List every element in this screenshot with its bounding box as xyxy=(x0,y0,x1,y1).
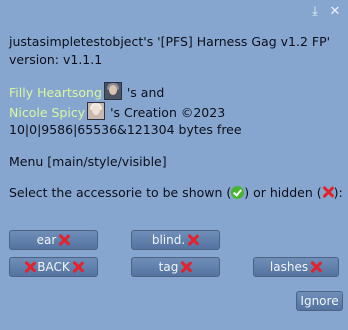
close-icon[interactable]: ✕ xyxy=(328,5,342,19)
object-title: justasimpletestobject's '[PFS] Harness G… xyxy=(9,34,331,49)
cross-icon xyxy=(72,261,84,273)
cross-icon xyxy=(322,186,334,198)
cross-icon xyxy=(58,234,70,246)
cross-icon xyxy=(310,261,322,273)
ear-button[interactable]: ear xyxy=(9,230,98,250)
creator-line-1: Filly Heartsong 's and xyxy=(9,82,339,102)
blind-button[interactable]: blind. xyxy=(131,230,220,250)
cross-icon xyxy=(187,234,199,246)
creator-suffix-2: 's Creation ©2023 xyxy=(106,104,226,120)
memory-text: 10|0|9586|65536&121304 bytes free xyxy=(9,122,242,137)
avatar-icon xyxy=(103,82,122,100)
creator-line-2: Nicole Spicy 's Creation ©2023 xyxy=(9,101,339,122)
accessory-prompt: Select the accessorie to be shown () or … xyxy=(9,185,343,200)
download-icon[interactable]: ⤓ xyxy=(308,5,322,19)
script-dialog: ⤓ ✕ justasimpletestobject's '[PFS] Harne… xyxy=(0,0,348,330)
check-icon xyxy=(231,186,245,199)
lashes-button[interactable]: lashes xyxy=(253,257,339,277)
creator-link-filly[interactable]: Filly Heartsong xyxy=(9,85,102,100)
ignore-button[interactable]: Ignore xyxy=(296,291,343,311)
cross-icon xyxy=(24,261,36,273)
back-button[interactable]: BACK xyxy=(9,257,98,277)
titlebar-controls: ⤓ ✕ xyxy=(308,4,342,20)
tag-button[interactable]: tag xyxy=(131,257,220,277)
avatar-icon xyxy=(87,101,106,120)
dialog-message: justasimpletestobject's '[PFS] Harness G… xyxy=(9,33,343,202)
cross-icon xyxy=(180,261,192,273)
creator-suffix-1: 's and xyxy=(122,85,165,100)
creator-link-nicole[interactable]: Nicole Spicy xyxy=(9,105,85,120)
version-text: version: v1.1.1 xyxy=(9,51,103,67)
menu-path: Menu [main/style/visible] xyxy=(9,153,167,169)
